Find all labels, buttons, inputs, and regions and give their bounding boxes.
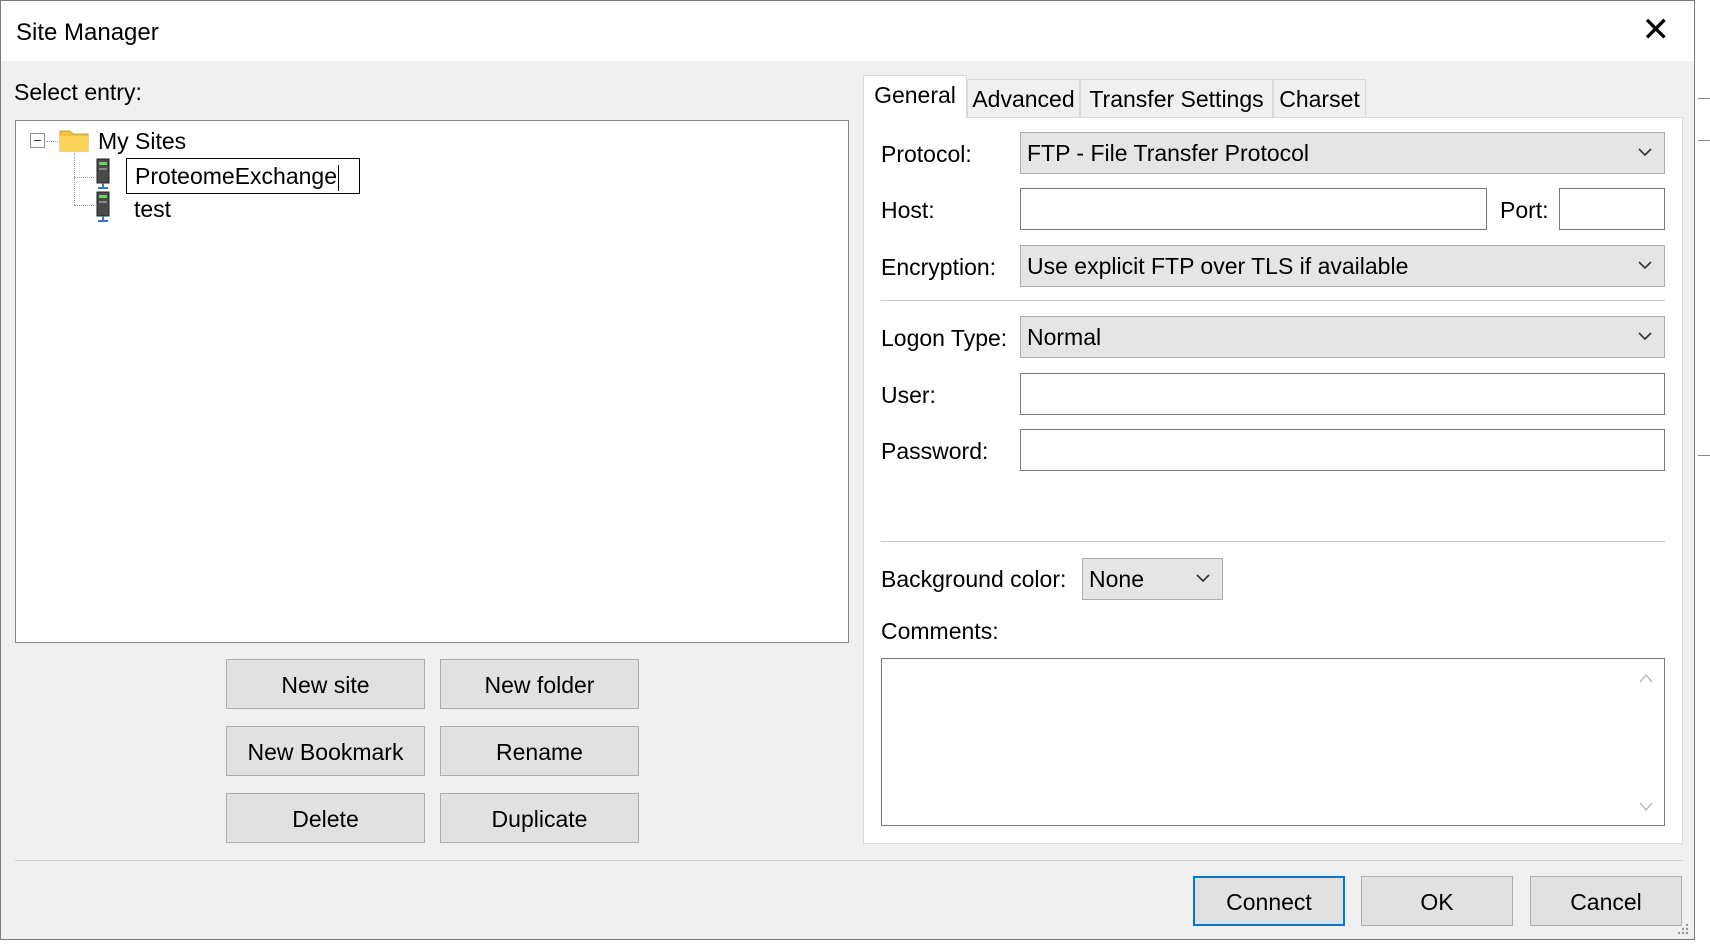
chevron-down-icon [1196, 574, 1210, 583]
tab-charset[interactable]: Charset [1273, 79, 1366, 117]
title-bar: Site Manager ✕ [1, 1, 1694, 61]
delete-button[interactable]: Delete [226, 793, 425, 843]
new-site-button[interactable]: New site [226, 659, 425, 709]
encryption-label: Encryption: [881, 254, 997, 280]
background-window-line [1698, 455, 1710, 456]
footer-separator [15, 860, 1683, 861]
cancel-button[interactable]: Cancel [1530, 876, 1682, 926]
scroll-down-icon[interactable] [1639, 802, 1653, 812]
tab-general[interactable]: General [863, 75, 967, 118]
server-icon [96, 191, 110, 222]
tree-root-my-sites[interactable]: My Sites [98, 128, 186, 155]
select-entry-label: Select entry: [14, 79, 142, 105]
host-label: Host: [881, 197, 935, 223]
tree-collapse-icon[interactable]: − [30, 133, 45, 148]
site-manager-dialog: Site Manager ✕ Select entry: − My Sites … [0, 0, 1695, 940]
protocol-label: Protocol: [881, 141, 972, 167]
chevron-down-icon [1638, 332, 1652, 341]
protocol-select[interactable]: FTP - File Transfer Protocol [1020, 132, 1665, 174]
port-input[interactable] [1559, 188, 1665, 230]
password-input[interactable] [1020, 429, 1665, 471]
tab-transfer-settings[interactable]: Transfer Settings [1080, 79, 1273, 117]
logon-type-label: Logon Type: [881, 325, 1008, 351]
duplicate-button[interactable]: Duplicate [440, 793, 639, 843]
user-input[interactable] [1020, 373, 1665, 415]
server-icon [96, 158, 110, 189]
rename-button[interactable]: Rename [440, 726, 639, 776]
tree-item-test[interactable]: test [134, 196, 171, 223]
folder-icon [59, 130, 89, 152]
background-window-edge [1695, 0, 1710, 951]
tab-advanced[interactable]: Advanced [967, 79, 1080, 117]
rename-site-input[interactable]: ProteomeExchange [126, 158, 360, 194]
tree-connector [74, 205, 94, 206]
background-window-line [1698, 140, 1710, 141]
background-window-edge [0, 940, 1710, 951]
logon-type-select[interactable]: Normal [1020, 316, 1665, 358]
ok-button[interactable]: OK [1361, 876, 1513, 926]
encryption-select[interactable]: Use explicit FTP over TLS if available [1020, 245, 1665, 287]
background-color-select[interactable]: None [1082, 558, 1223, 600]
separator [881, 541, 1665, 542]
chevron-down-icon [1638, 261, 1652, 270]
scroll-up-icon[interactable] [1639, 673, 1653, 683]
separator [881, 300, 1665, 301]
close-icon[interactable]: ✕ [1642, 13, 1671, 47]
tree-connector [74, 177, 94, 178]
connect-button[interactable]: Connect [1193, 876, 1345, 926]
comments-textarea[interactable] [881, 658, 1665, 826]
chevron-down-icon [1638, 148, 1652, 157]
resize-grip-icon[interactable] [1675, 921, 1689, 935]
new-bookmark-button[interactable]: New Bookmark [226, 726, 425, 776]
tree-connector [74, 153, 75, 205]
password-label: Password: [881, 438, 989, 464]
new-folder-button[interactable]: New folder [440, 659, 639, 709]
port-label: Port: [1500, 197, 1549, 223]
host-input[interactable] [1020, 188, 1487, 230]
tree-connector [46, 141, 58, 142]
background-color-label: Background color: [881, 566, 1067, 592]
user-label: User: [881, 382, 936, 408]
background-window-line [1698, 98, 1710, 99]
comments-label: Comments: [881, 618, 999, 644]
window-title: Site Manager [16, 19, 159, 46]
site-tree[interactable]: − My Sites ProteomeExchange test [15, 120, 849, 643]
